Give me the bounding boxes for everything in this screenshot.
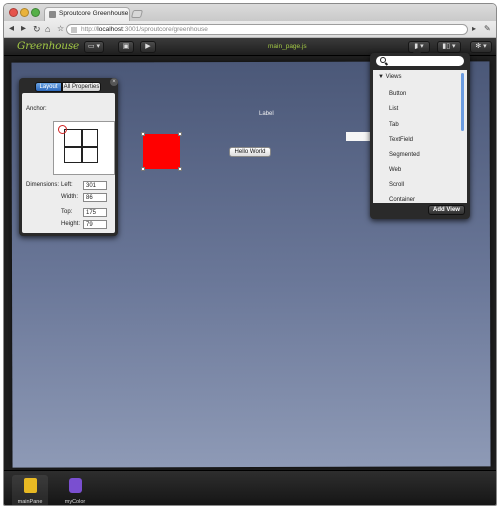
dock-item-mainpane[interactable]: mainPane — [12, 475, 48, 505]
controller-icon — [68, 478, 82, 493]
save-button[interactable]: ▣ — [118, 41, 134, 53]
text-field-view[interactable] — [346, 132, 370, 141]
canvas-label[interactable]: Label — [259, 111, 274, 117]
width-label: Width: — [61, 194, 79, 200]
app-logo: Greenhouse — [17, 40, 80, 52]
resize-handle[interactable] — [178, 132, 182, 136]
left-field[interactable]: 301 — [83, 181, 107, 190]
resize-handle[interactable] — [178, 167, 182, 171]
inspector-close-icon[interactable]: × — [110, 78, 118, 86]
navigation-bar: ◂ ▸ ↻ ⌂ http://localhost:3001/sproutcore… — [4, 21, 496, 38]
add-view-button[interactable]: Add View — [428, 205, 465, 215]
list-item[interactable]: Web — [389, 167, 401, 173]
close-window-button[interactable] — [9, 8, 18, 17]
home-icon[interactable]: ⌂ — [45, 24, 50, 34]
top-label: Top: — [61, 209, 73, 215]
tab-strip: Sproutcore Greenhouse × — [4, 4, 496, 21]
address-url: http://localhost:3001/sproutcore/greenho… — [81, 26, 208, 33]
tab-close-icon[interactable]: × — [121, 10, 125, 17]
inspector-menu-button[interactable]: ▮▯ ▾ — [437, 41, 461, 53]
browser-tab[interactable]: Sproutcore Greenhouse × — [44, 7, 130, 21]
run-button[interactable]: ▶ — [140, 41, 156, 53]
list-item[interactable]: Container — [389, 197, 415, 203]
bookmark-star-icon[interactable]: ☆ — [57, 24, 64, 34]
list-item[interactable]: TextField — [389, 137, 413, 143]
inspector-body: Anchor: Dimensions: Left: 301 Width: 86 … — [22, 93, 115, 233]
page-icon — [71, 27, 77, 33]
list-item[interactable]: Scroll — [389, 182, 404, 188]
anchor-indicator-icon — [58, 125, 67, 134]
settings-menu-button[interactable]: ✻ ▾ — [470, 41, 492, 53]
document-icon — [23, 478, 37, 493]
layout-inspector-panel: Layout All Properties Anchor: Dimensions… — [19, 78, 118, 236]
reload-icon[interactable]: ↻ — [33, 24, 41, 34]
height-label: Height: — [61, 221, 81, 227]
list-item[interactable]: Tab — [389, 122, 399, 128]
forward-icon[interactable]: ▸ — [21, 24, 26, 34]
tab-layout[interactable]: Layout — [35, 82, 62, 92]
tab-all-properties[interactable]: All Properties — [62, 82, 101, 92]
tab-title: Sproutcore Greenhouse — [59, 10, 129, 17]
top-field[interactable]: 175 — [83, 208, 107, 217]
bottom-dock: mainPane myColor — [4, 470, 496, 505]
anchor-divider — [65, 146, 97, 148]
back-icon[interactable]: ◂ — [9, 24, 14, 34]
list-item[interactable]: Segmented — [389, 152, 420, 158]
library-scrollbar[interactable] — [461, 73, 464, 131]
zoom-window-button[interactable] — [31, 8, 40, 17]
address-bar[interactable]: http://localhost:3001/sproutcore/greenho… — [66, 24, 468, 35]
height-field[interactable]: 79 — [83, 220, 107, 229]
anchor-picker[interactable] — [53, 121, 115, 175]
resize-handle[interactable] — [141, 132, 145, 136]
views-group-header[interactable]: ▼ Views — [378, 74, 402, 80]
favicon-icon — [49, 11, 56, 18]
views-list[interactable]: ▼ Views Button List Tab TextField Segmen… — [373, 70, 467, 203]
left-label: Left: — [61, 182, 73, 188]
anchor-label: Anchor: — [26, 106, 47, 112]
wrench-menu-icon[interactable]: ✎ — [484, 24, 491, 34]
selected-red-view[interactable] — [143, 134, 180, 169]
page-menu-icon[interactable]: ▸ — [472, 24, 476, 34]
width-field[interactable]: 86 — [83, 193, 107, 202]
hello-world-button[interactable]: Hello World — [229, 147, 271, 157]
new-tab-button[interactable] — [130, 10, 144, 18]
search-icon — [380, 57, 386, 63]
dock-item-label: mainPane — [17, 499, 43, 505]
page-file-name: main_page.js — [268, 43, 307, 50]
dock-item-label: myColor — [64, 499, 86, 505]
minimize-window-button[interactable] — [20, 8, 29, 17]
folder-menu-button[interactable]: ▭ ▾ — [84, 41, 104, 53]
dock-item-mycolor[interactable]: myColor — [57, 475, 93, 505]
views-library-panel: ▼ Views Button List Tab TextField Segmen… — [370, 53, 470, 219]
anchor-grid[interactable] — [64, 129, 98, 163]
library-search-input[interactable] — [376, 56, 464, 66]
dimensions-label: Dimensions: — [26, 182, 60, 188]
list-item[interactable]: List — [389, 106, 398, 112]
resize-handle[interactable] — [141, 167, 145, 171]
list-item[interactable]: Button — [389, 91, 406, 97]
